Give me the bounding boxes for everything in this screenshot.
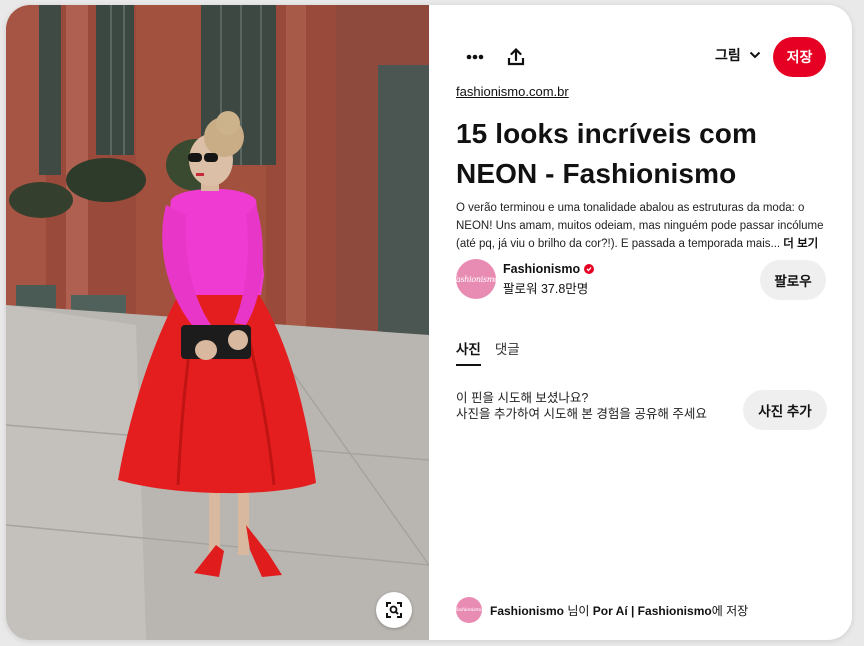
saved-by-suffix: 에 저장: [711, 603, 749, 618]
chevron-down-icon: [749, 51, 760, 59]
tried-it-instruction: 사진을 추가하여 시도해 본 경험을 공유해 주세요: [456, 407, 707, 421]
share-upload-icon: [507, 48, 525, 66]
board-selector[interactable]: 그림: [715, 45, 761, 65]
saved-by-text: Fashionismo 님이 Por Aí | Fashionismo에 저장: [490, 602, 748, 619]
creator-block: fashionismo Fashionismo 팔로워 37.8만명: [456, 259, 595, 299]
creator-name: Fashionismo: [503, 261, 581, 276]
pin-description-text: O verão terminou e uma tonalidade abalou…: [456, 202, 824, 250]
saver-avatar[interactable]: fashionismo: [456, 597, 482, 623]
tried-it-question: 이 핀을 시도해 보셨나요?: [456, 391, 589, 405]
content-tabs: 사진 댓글: [456, 338, 520, 366]
creator-avatar[interactable]: fashionismo: [456, 259, 496, 299]
fashion-photo: [6, 5, 429, 640]
saved-by-connector: 님이: [564, 603, 593, 618]
tab-photos[interactable]: 사진: [456, 338, 481, 366]
saved-board-name[interactable]: Por Aí | Fashionismo: [593, 604, 712, 618]
ellipsis-icon: [466, 54, 484, 60]
share-button[interactable]: [496, 37, 536, 77]
pin-image[interactable]: [6, 5, 429, 640]
more-options-button[interactable]: [455, 37, 495, 77]
tab-comments[interactable]: 댓글: [495, 338, 520, 366]
pin-title: 15 looks incríveis com NEON - Fashionism…: [456, 118, 758, 189]
read-more-link[interactable]: 더 보기: [783, 238, 818, 250]
follow-button[interactable]: 팔로우: [760, 260, 826, 300]
save-button[interactable]: 저장: [773, 37, 826, 77]
pin-description: O verão terminou e uma tonalidade abalou…: [456, 199, 831, 253]
source-link[interactable]: fashionismo.com.br: [456, 84, 569, 99]
pin-toolbar: 그림 저장: [429, 37, 852, 77]
creator-info: Fashionismo 팔로워 37.8만명: [503, 261, 595, 297]
visual-search-icon: [386, 602, 402, 618]
visual-search-button[interactable]: [376, 592, 412, 628]
creator-name-row[interactable]: Fashionismo: [503, 261, 595, 276]
follower-count: 팔로워 37.8만명: [503, 281, 589, 296]
tried-it-prompt: 이 핀을 시도해 보셨나요? 사진을 추가하여 시도해 본 경험을 공유해 주세…: [456, 390, 707, 422]
saved-by-row: fashionismo Fashionismo 님이 Por Aí | Fash…: [456, 597, 748, 623]
pin-details-panel: 그림 저장 fashionismo.com.br 15 looks incrív…: [429, 5, 852, 640]
board-selector-label: 그림: [715, 47, 741, 63]
saver-name[interactable]: Fashionismo: [490, 604, 564, 618]
verified-badge-icon: [584, 263, 595, 274]
pin-closeup-card: 그림 저장 fashionismo.com.br 15 looks incrív…: [6, 5, 852, 640]
add-photo-button[interactable]: 사진 추가: [743, 390, 827, 430]
